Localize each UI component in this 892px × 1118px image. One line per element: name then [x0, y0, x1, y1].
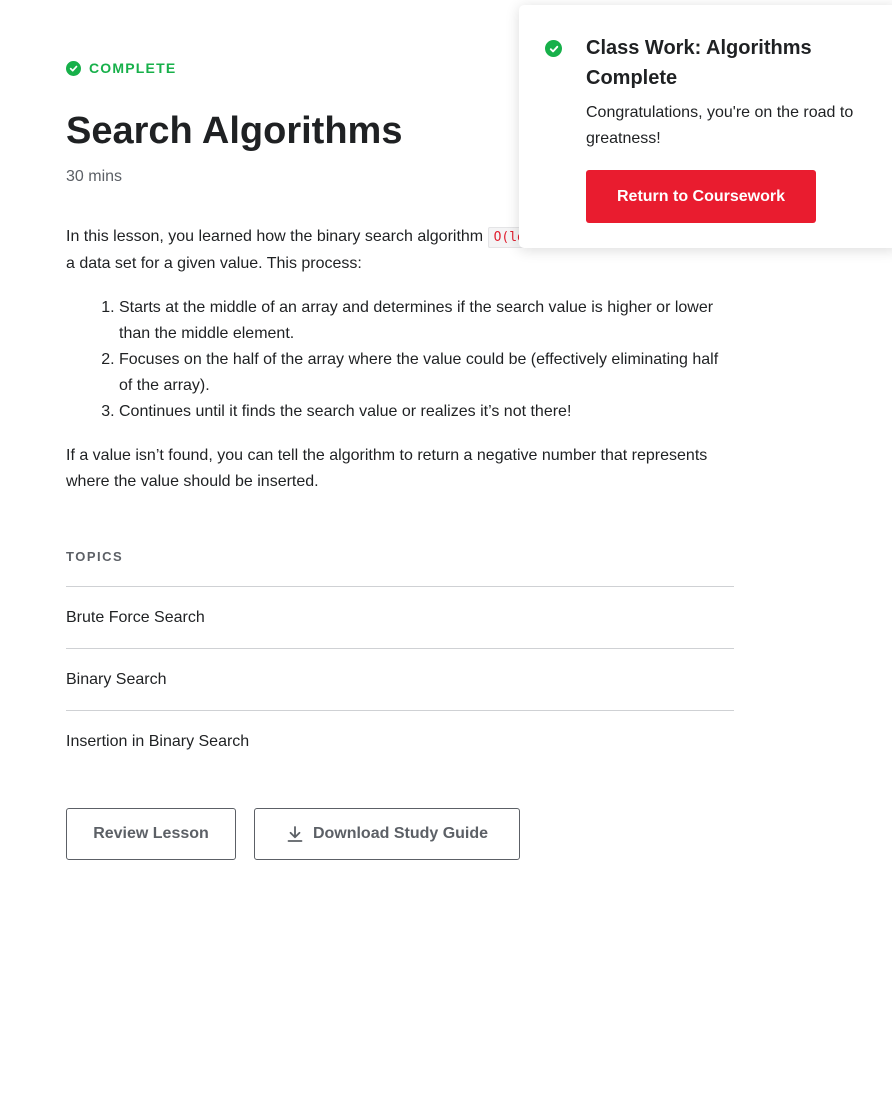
topics-section: TOPICS Brute Force Search Binary Search … [66, 548, 734, 772]
lesson-actions: Review Lesson Download Study Guide [66, 808, 520, 860]
return-to-coursework-button[interactable]: Return to Coursework [586, 170, 816, 223]
step-item: Starts at the middle of an array and det… [119, 295, 734, 347]
review-lesson-button[interactable]: Review Lesson [66, 808, 236, 860]
toast-message: Congratulations, you're on the road to g… [586, 104, 854, 147]
completion-toast: Class Work: Algorithms Complete Congratu… [519, 5, 892, 248]
lesson-duration: 30 mins [66, 168, 123, 185]
lesson-outro: If a value isn’t found, you can tell the… [66, 447, 708, 490]
check-circle-icon [66, 60, 81, 76]
check-circle-icon [545, 40, 562, 57]
download-study-guide-button[interactable]: Download Study Guide [254, 808, 520, 860]
toast-title: Class Work: Algorithms Complete [586, 37, 812, 89]
intro-text: In this lesson, you learned how the bina… [66, 228, 484, 245]
review-lesson-label: Review Lesson [93, 825, 209, 842]
process-steps: Starts at the middle of an array and det… [66, 295, 734, 425]
status-label: COMPLETE [89, 60, 177, 76]
topic-item[interactable]: Insertion in Binary Search [66, 711, 734, 772]
topics-heading: TOPICS [66, 548, 734, 587]
download-icon [287, 826, 303, 842]
lesson-summary: In this lesson, you learned how the bina… [66, 224, 734, 495]
step-item: Continues until it finds the search valu… [119, 399, 734, 425]
download-study-guide-label: Download Study Guide [312, 825, 489, 842]
step-item: Focuses on the half of the array where t… [119, 347, 734, 399]
page-title: Search Algorithms [66, 110, 403, 152]
topic-item[interactable]: Binary Search [66, 649, 734, 711]
topic-item[interactable]: Brute Force Search [66, 587, 734, 649]
status-indicator: COMPLETE [66, 60, 176, 76]
